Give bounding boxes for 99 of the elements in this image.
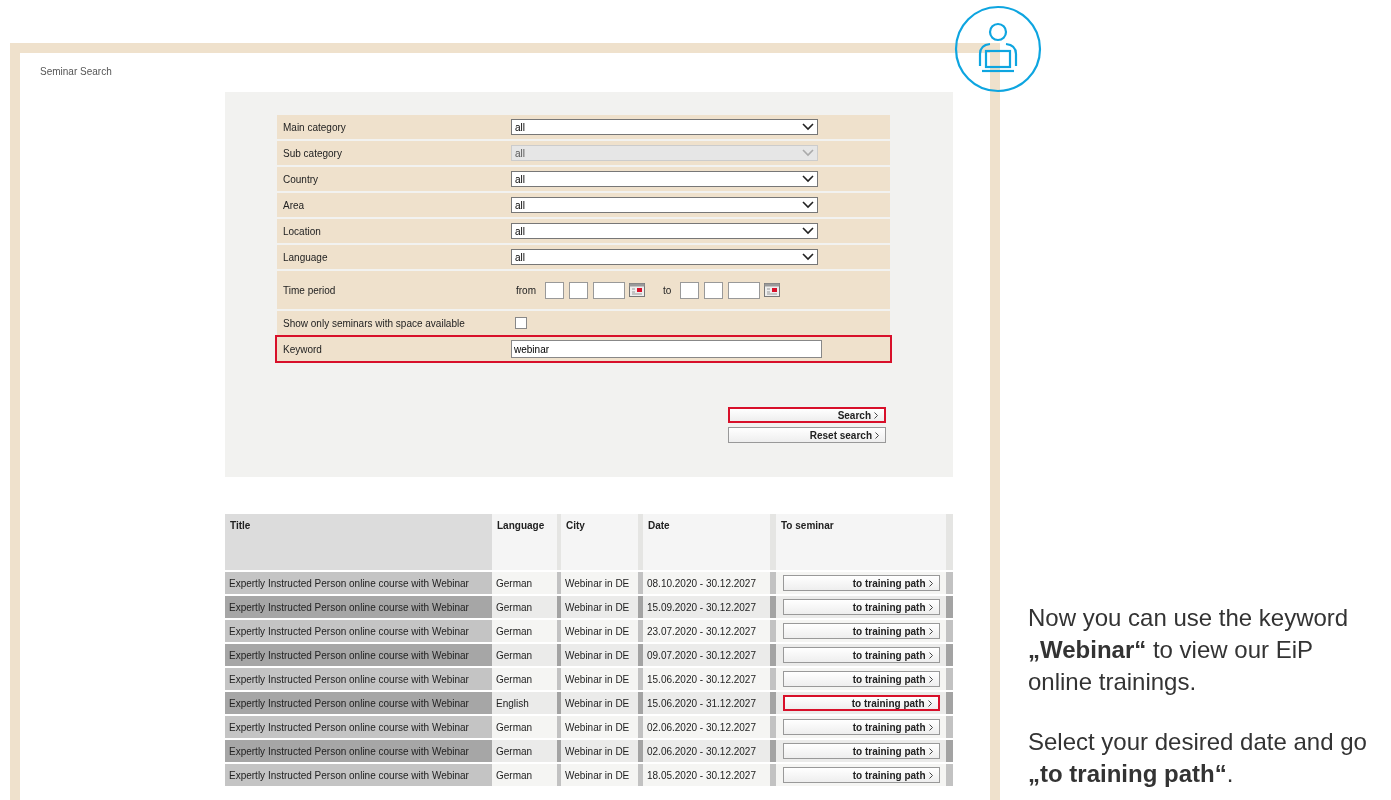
table-cell: Webinar in DE — [561, 596, 638, 618]
training-path-button[interactable]: to training path — [782, 743, 940, 759]
chevron-down-icon — [802, 227, 814, 235]
table-cell: 23.07.2020 - 30.12.2027 — [643, 620, 770, 642]
date-input[interactable] — [593, 281, 625, 299]
chevron-icon — [928, 747, 933, 755]
table-cell: Webinar in DE — [561, 740, 638, 762]
table-cell: 18.05.2020 - 30.12.2027 — [643, 764, 770, 786]
table-cell: German — [492, 620, 557, 642]
chevron-icon — [928, 723, 933, 731]
chevron-icon — [874, 411, 878, 419]
date-input[interactable] — [704, 281, 724, 299]
column-header: Title — [225, 514, 492, 570]
table-cell: Expertly Instructed Person online course with Webinar — [225, 596, 492, 618]
table-cell: Expertly Instructed Person online course with Webinar — [225, 740, 492, 762]
date-input[interactable] — [680, 281, 700, 299]
table-cell: Expertly Instructed Person online course with Webinar — [225, 692, 492, 714]
dropdown[interactable]: all — [511, 223, 818, 239]
table-cell: Expertly Instructed Person online course with Webinar — [225, 764, 492, 786]
table-cell: German — [492, 740, 557, 762]
table-cell: German — [492, 764, 557, 786]
chevron-icon — [928, 627, 933, 635]
date-input[interactable] — [728, 281, 761, 299]
table-cell: Expertly Instructed Person online course with Webinar — [225, 668, 492, 690]
table-cell: Webinar in DE — [561, 764, 638, 786]
instruction-text: Now you can use the keyword „Webinar“ to view our EiP online trainings. — [1028, 603, 1350, 697]
table-cell: 02.06.2020 - 30.12.2027 — [643, 716, 770, 738]
form-button[interactable]: Search — [728, 407, 886, 423]
chevron-down-icon — [802, 253, 814, 261]
table-cell: 15.06.2020 - 31.12.2027 — [643, 692, 770, 714]
chevron-icon — [928, 603, 933, 611]
table-cell: German — [492, 716, 557, 738]
training-path-button[interactable]: to training path — [782, 623, 940, 639]
training-path-button[interactable]: to training path — [782, 671, 940, 687]
training-path-button[interactable]: to training path — [782, 575, 940, 591]
training-path-button[interactable]: to training path — [782, 767, 940, 783]
dropdown[interactable]: all — [511, 197, 818, 213]
training-path-button[interactable]: to training path — [782, 647, 940, 663]
table-cell: 09.07.2020 - 30.12.2027 — [643, 644, 770, 666]
dropdown[interactable]: all — [511, 119, 818, 135]
table-cell: Expertly Instructed Person online course with Webinar — [225, 572, 492, 594]
field-label: Keyword — [282, 342, 323, 357]
field-label: Language — [282, 250, 329, 265]
calendar-icon[interactable] — [764, 283, 781, 297]
chevron-icon — [875, 431, 879, 439]
table-cell: Webinar in DE — [561, 716, 638, 738]
date-label: to — [663, 283, 672, 298]
table-cell: Webinar in DE — [561, 620, 638, 642]
field-label: Location — [282, 224, 322, 239]
table-cell: 15.06.2020 - 30.12.2027 — [643, 668, 770, 690]
table-cell: German — [492, 644, 557, 666]
table-cell: German — [492, 668, 557, 690]
table-cell: 15.09.2020 - 30.12.2027 — [643, 596, 770, 618]
calendar-icon[interactable] — [629, 283, 645, 297]
table-cell: 08.10.2020 - 30.12.2027 — [643, 572, 770, 594]
checkbox[interactable] — [515, 317, 527, 329]
column-header: To seminar — [776, 514, 946, 570]
table-cell: German — [492, 572, 557, 594]
chevron-down-icon — [802, 149, 814, 157]
date-input[interactable] — [569, 281, 588, 299]
chevron-down-icon — [802, 123, 814, 131]
table-cell: English — [492, 692, 557, 714]
chevron-icon — [928, 771, 933, 779]
field-label: Area — [282, 198, 306, 213]
field-label: Main category — [282, 120, 347, 135]
table-cell: Webinar in DE — [561, 572, 638, 594]
table-cell: Expertly Instructed Person online course with Webinar — [225, 644, 492, 666]
field-label: Sub category — [282, 146, 343, 161]
field-label: Show only seminars with space available — [282, 316, 466, 331]
table-cell: Webinar in DE — [561, 668, 638, 690]
column-header: Date — [643, 514, 770, 570]
date-input[interactable] — [545, 281, 564, 299]
column-header: City — [561, 514, 638, 570]
date-label: from — [516, 283, 536, 298]
chevron-icon — [928, 579, 933, 587]
person-laptop-icon — [953, 4, 1043, 94]
table-cell: Webinar in DE — [561, 644, 638, 666]
dropdown[interactable]: all — [511, 171, 818, 187]
training-path-button[interactable]: to training path — [782, 599, 940, 615]
table-cell: 02.06.2020 - 30.12.2027 — [643, 740, 770, 762]
table-cell: Expertly Instructed Person online course with Webinar — [225, 716, 492, 738]
table-cell: Webinar in DE — [561, 692, 638, 714]
form-button[interactable]: Reset search — [728, 427, 886, 443]
chevron-icon — [928, 651, 933, 659]
chevron-icon — [927, 699, 932, 707]
training-path-button[interactable]: to training path — [782, 719, 940, 735]
chevron-down-icon — [802, 201, 814, 209]
field-label: Country — [282, 172, 319, 187]
table-cell: Expertly Instructed Person online course with Webinar — [225, 620, 492, 642]
page-title: Seminar Search — [40, 65, 112, 79]
field-label: Time period — [282, 283, 337, 298]
dropdown[interactable]: all — [511, 249, 818, 265]
instruction-text: Select your desired date and go „to training path“. — [1028, 727, 1368, 789]
chevron-icon — [928, 675, 933, 683]
chevron-down-icon — [802, 175, 814, 183]
column-header: Language — [492, 514, 557, 570]
training-path-button[interactable]: to training path — [782, 695, 940, 711]
table-cell: German — [492, 596, 557, 618]
keyword-field[interactable]: webinar — [511, 340, 822, 358]
